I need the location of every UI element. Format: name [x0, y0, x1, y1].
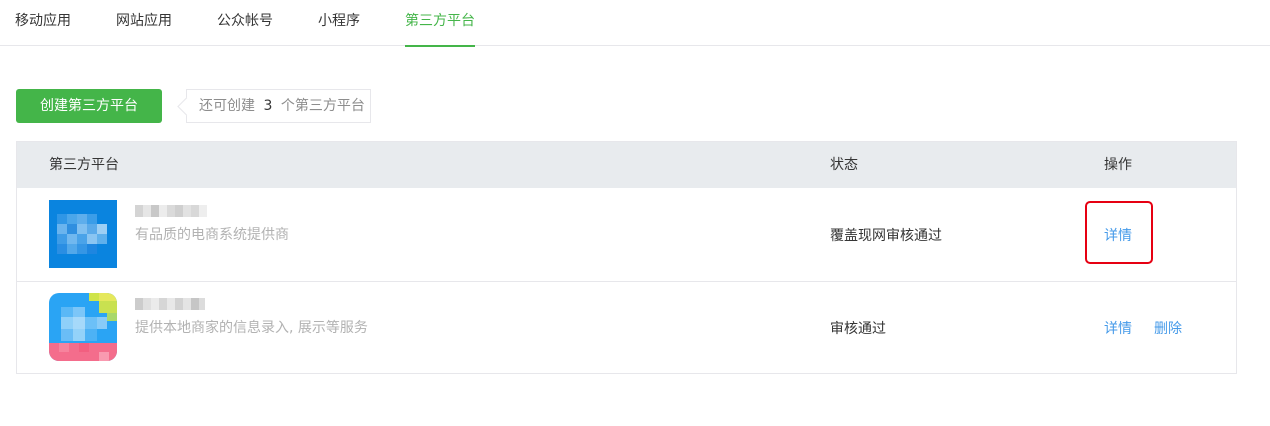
table-header: 第三方平台 状态 操作: [17, 142, 1236, 188]
header-status: 状态: [830, 157, 858, 173]
tab-mobile-apps[interactable]: 移动应用: [15, 0, 71, 46]
platform-description: 提供本地商家的信息录入, 展示等服务: [135, 320, 368, 336]
tip-prefix: 还可创建: [199, 98, 255, 114]
platform-logo: [49, 293, 117, 361]
create-third-party-platform-button[interactable]: 创建第三方平台: [16, 89, 162, 123]
pixelated-logo-image: [49, 293, 117, 361]
header-action: 操作: [1104, 157, 1132, 173]
tab-mini-programs[interactable]: 小程序: [318, 0, 360, 46]
detail-link[interactable]: 详情: [1104, 225, 1132, 245]
table-row: 有品质的电商系统提供商 覆盖现网审核通过 详情: [17, 188, 1236, 281]
platform-name-blurred: [135, 296, 207, 312]
platform-description: 有品质的电商系统提供商: [135, 227, 289, 243]
delete-link[interactable]: 删除: [1154, 318, 1182, 338]
tab-website-apps[interactable]: 网站应用: [116, 0, 172, 46]
tab-official-accounts[interactable]: 公众帐号: [217, 0, 273, 46]
tip-count: 3: [263, 98, 273, 114]
remaining-quota-tip: 还可创建 3 个第三方平台: [186, 89, 371, 123]
platform-logo: [49, 200, 117, 268]
detail-link[interactable]: 详情: [1104, 318, 1132, 338]
table-row: 提供本地商家的信息录入, 展示等服务 审核通过 详情 删除: [17, 281, 1236, 374]
platform-table: 第三方平台 状态 操作 有品质的电商系统提供商 覆盖现网审核通过 详情 提供本地…: [16, 141, 1237, 374]
tab-third-party-platform[interactable]: 第三方平台: [405, 0, 475, 47]
tip-suffix: 个第三方平台: [280, 98, 365, 114]
tab-bar: 移动应用 网站应用 公众帐号 小程序 第三方平台: [0, 0, 1270, 47]
platform-name-blurred: [135, 203, 207, 219]
platform-status: 覆盖现网审核通过: [830, 228, 942, 244]
platform-status: 审核通过: [830, 321, 886, 337]
header-platform: 第三方平台: [49, 157, 119, 173]
pixelated-logo-image: [49, 200, 117, 268]
